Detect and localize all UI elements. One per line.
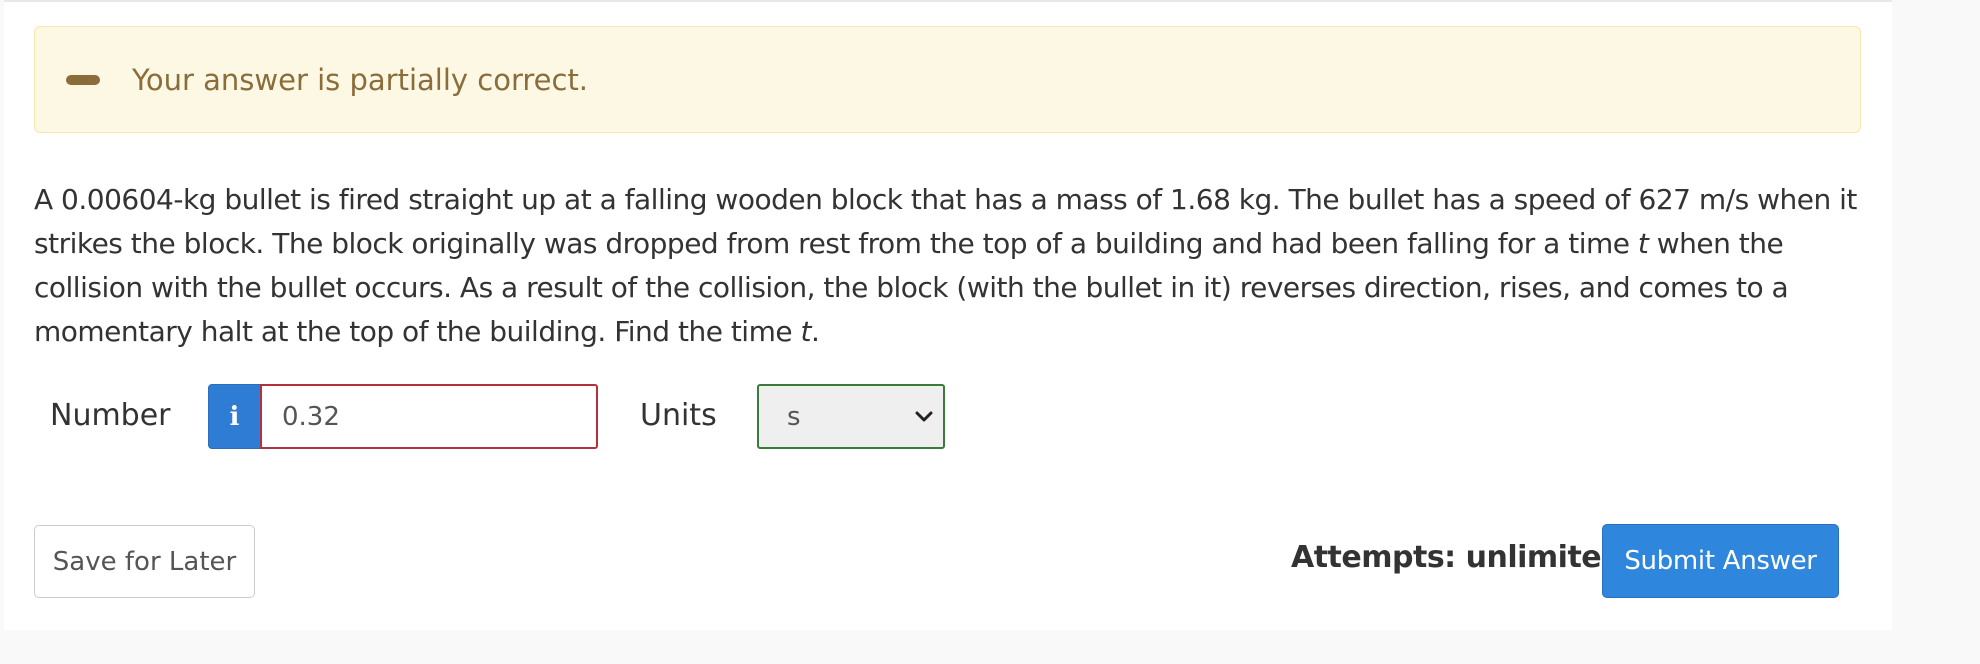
submit-answer-button[interactable]: Submit Answer [1602,524,1839,598]
info-icon[interactable]: i [208,384,261,449]
save-for-later-button[interactable]: Save for Later [34,525,255,598]
number-label: Number [50,398,171,433]
variable-t: t [1637,227,1649,260]
minus-icon [66,75,100,85]
attempts-info: Attempts: unlimited [1291,540,1623,575]
feedback-message: Your answer is partially correct. [132,63,589,97]
units-select[interactable]: s [757,384,945,449]
info-glyph: i [229,401,240,432]
variable-t: t [800,315,811,348]
question-text: A 0.00604-kg bullet is fired straight up… [34,178,1864,354]
units-selected-value: s [787,402,801,432]
question-part-1: A 0.00604-kg bullet is fired straight up… [34,183,1857,260]
feedback-alert: Your answer is partially correct. [34,26,1861,133]
chevron-down-icon [915,411,933,422]
number-input[interactable] [260,384,598,449]
question-part-3: . [810,315,820,348]
units-label: Units [640,398,717,433]
